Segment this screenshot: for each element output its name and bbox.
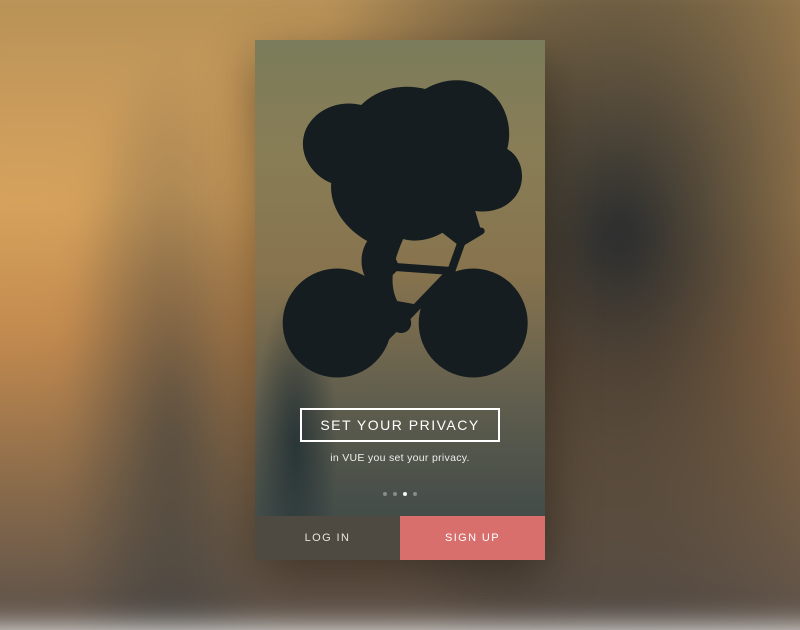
headline: SET YOUR PRIVACY [300,408,499,442]
onboarding-copy: SET YOUR PRIVACY in VUE you set your pri… [255,408,545,464]
page-dot[interactable] [413,492,417,496]
signup-button[interactable]: SIGN UP [400,516,545,560]
login-button[interactable]: LOG IN [255,516,400,560]
page-indicator[interactable] [255,492,545,496]
phone-frame: SET YOUR PRIVACY in VUE you set your pri… [255,40,545,560]
auth-button-row: LOG IN SIGN UP [255,516,545,560]
subtitle: in VUE you set your privacy. [330,452,470,464]
bmx-silhouette-icon [275,71,535,381]
page-dot[interactable] [403,492,407,496]
page-dot[interactable] [383,492,387,496]
page-dot[interactable] [393,492,397,496]
